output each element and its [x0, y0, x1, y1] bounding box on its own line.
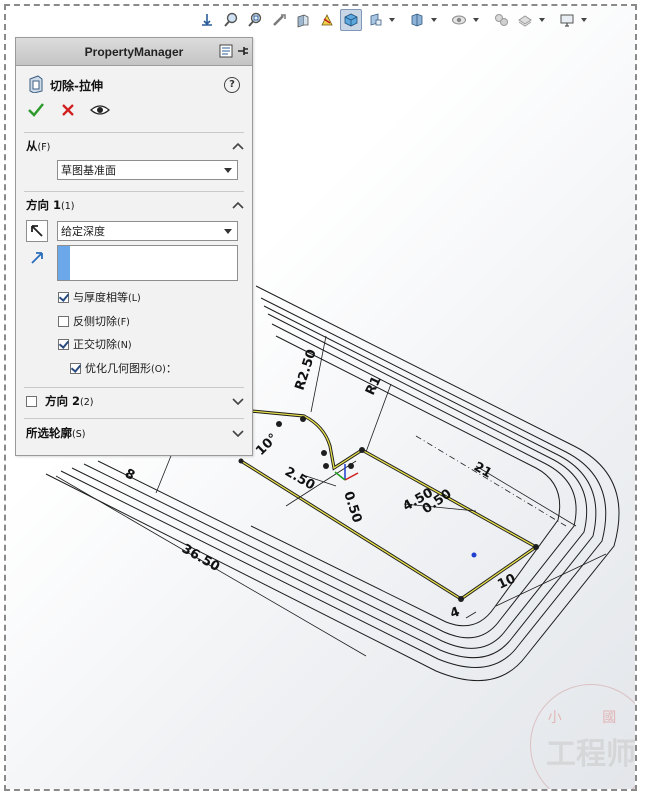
equal-thickness-option[interactable]: 与厚度相等(L) [58, 289, 141, 305]
property-manager-header: PropertyManager [16, 38, 252, 66]
cut-profile-highlight [240, 410, 538, 600]
flip-side-checkbox[interactable] [58, 315, 69, 327]
direction1-section-header[interactable]: 方向 1(1) [26, 196, 244, 214]
edit-appearance-icon[interactable] [448, 9, 470, 31]
dynamic-annotation-icon[interactable] [316, 9, 338, 31]
pm-details-icon[interactable] [219, 44, 233, 61]
cancel-x-icon[interactable] [58, 100, 78, 120]
normal-cut-checkbox[interactable] [58, 338, 69, 350]
zoom-area-icon[interactable] [244, 9, 266, 31]
optimize-geometry-option[interactable]: 优化几何图形(O)： [70, 360, 177, 376]
help-icon[interactable]: ? [224, 77, 240, 93]
dim-21: 21 [471, 459, 494, 481]
feature-title-row: 切除-拉伸 ? [28, 74, 242, 96]
dim-4: 4 [448, 605, 462, 622]
hide-show-items-icon[interactable] [406, 9, 428, 31]
extruded-cut-icon [28, 74, 44, 96]
chevron-down-icon[interactable] [232, 395, 244, 408]
chevron-down-icon[interactable] [232, 427, 244, 440]
equal-thickness-checkbox[interactable] [58, 291, 69, 303]
view-orientation-cube-icon[interactable] [340, 9, 362, 31]
end-condition-select[interactable]: 给定深度 [57, 221, 238, 241]
from-section-header[interactable]: 从(F) [26, 137, 244, 155]
direction2-section-header[interactable]: 方向 2(2) [26, 392, 244, 410]
zoom-to-fit-icon[interactable] [220, 9, 242, 31]
display-style-dropdown-icon[interactable] [388, 9, 396, 31]
feature-title: 切除-拉伸 [50, 78, 103, 93]
heads-up-view-toolbar [196, 8, 588, 32]
edit-appearance-dropdown-icon[interactable] [472, 9, 480, 31]
pin-icon[interactable] [237, 45, 249, 60]
normal-cut-option[interactable]: 正交切除(N) [58, 336, 132, 352]
chevron-down-icon [224, 168, 232, 173]
property-manager-title: PropertyManager [84, 44, 184, 59]
chevron-up-icon[interactable] [232, 199, 244, 212]
dim-0-50-a: 0.50 [340, 490, 364, 525]
reverse-direction-icon [31, 225, 43, 237]
selected-contours-section-header[interactable]: 所选轮廓(S) [26, 424, 244, 442]
cut-profile-edge [240, 409, 540, 601]
chevron-up-icon[interactable] [232, 140, 244, 153]
display-style-icon[interactable] [364, 9, 386, 31]
hide-show-dropdown-icon[interactable] [430, 9, 438, 31]
dim-r1: R1 [363, 374, 385, 398]
direction-vector-icon [30, 251, 44, 268]
direction-selection-box[interactable] [57, 245, 238, 281]
display-monitor-icon[interactable] [556, 9, 578, 31]
property-manager-panel: PropertyManager 切除-拉伸 ? 从(F) 草图基准面 方向 1(… [15, 37, 253, 456]
reverse-direction-button[interactable] [26, 220, 48, 242]
dim-r2-50: R2.50 [293, 348, 320, 393]
chevron-down-icon [224, 229, 232, 234]
dim-8: 8 [122, 466, 137, 483]
section-view-icon[interactable] [292, 9, 314, 31]
preview-eye-icon[interactable] [90, 100, 110, 120]
direction2-checkbox[interactable] [26, 395, 37, 407]
previous-view-icon[interactable] [268, 9, 290, 31]
apply-scene-icon[interactable] [490, 9, 512, 31]
flip-side-to-cut-option[interactable]: 反侧切除(F) [58, 313, 130, 329]
action-buttons [26, 100, 110, 120]
display-monitor-dropdown-icon[interactable] [580, 9, 588, 31]
view-settings-dropdown-icon[interactable] [538, 9, 546, 31]
dim-angle: 10° [253, 431, 281, 459]
view-orientation-icon[interactable] [196, 9, 218, 31]
optimize-geometry-checkbox[interactable] [70, 362, 81, 374]
dim-36-50: 36.50 [179, 541, 222, 575]
from-start-condition-select[interactable]: 草图基准面 [57, 160, 238, 180]
ok-check-icon[interactable] [26, 100, 46, 120]
view-settings-icon[interactable] [514, 9, 536, 31]
